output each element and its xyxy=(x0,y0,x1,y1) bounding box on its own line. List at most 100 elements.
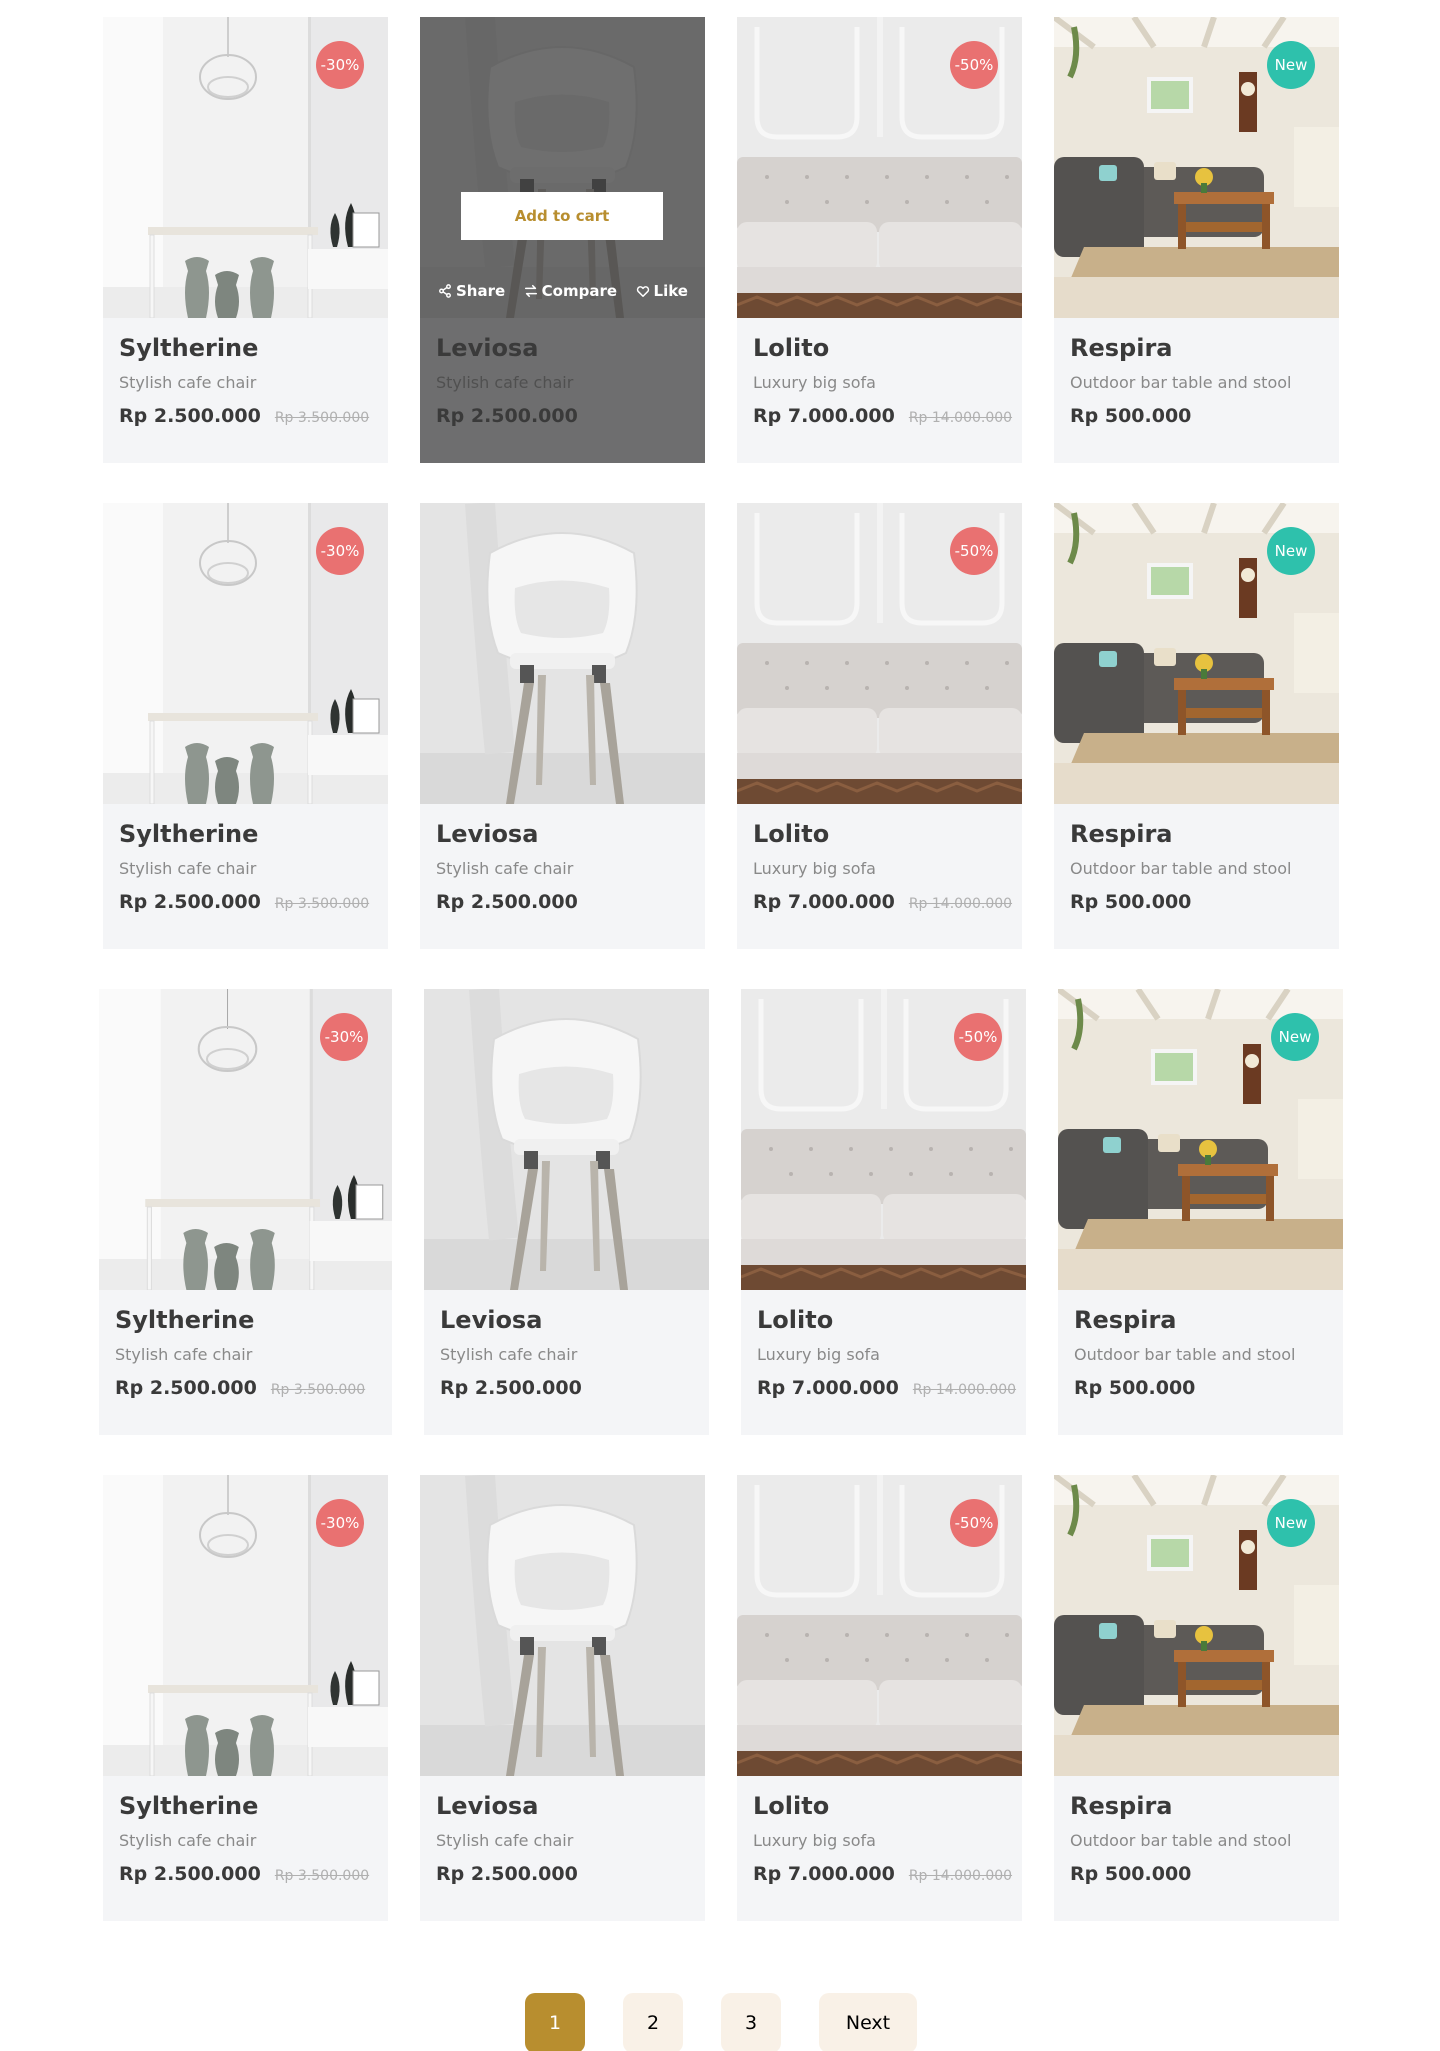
product-price: Rp 2.500.000 xyxy=(119,405,261,427)
next-page-button[interactable]: Next xyxy=(819,1993,917,2051)
product-subtitle: Outdoor bar table and stool xyxy=(1070,373,1292,392)
product-subtitle: Luxury big sofa xyxy=(753,373,876,392)
product-name: Lolito xyxy=(753,820,830,848)
product-name: Lolito xyxy=(753,1792,830,1820)
product-card-hovered[interactable]: Leviosa Stylish cafe chair Rp 2.500.000 … xyxy=(420,17,705,463)
product-card[interactable]: -50% Lolito Luxury big sofa Rp 7.000.000… xyxy=(741,989,1026,1435)
product-subtitle: Luxury big sofa xyxy=(757,1345,880,1364)
product-price: Rp 500.000 xyxy=(1070,891,1192,913)
product-price: Rp 2.500.000 xyxy=(440,1377,582,1399)
product-subtitle: Stylish cafe chair xyxy=(119,373,257,392)
discount-badge: -30% xyxy=(316,1499,364,1547)
product-card[interactable]: -50% Lolito Luxury big sofa Rp 7.000.000… xyxy=(737,503,1022,949)
share-button[interactable]: Share xyxy=(438,282,505,300)
add-to-cart-button[interactable]: Add to cart xyxy=(461,192,663,240)
product-name: Leviosa xyxy=(440,1306,543,1334)
page-button-1[interactable]: 1 xyxy=(525,1993,585,2051)
product-card[interactable]: New Respira Outdoor bar table and stool … xyxy=(1054,1475,1339,1921)
product-old-price: Rp 3.500.000 xyxy=(274,1868,370,1884)
product-card[interactable]: New Respira Outdoor bar table and stool … xyxy=(1054,17,1339,463)
heart-icon xyxy=(636,284,650,298)
product-price: Rp 2.500.000 xyxy=(119,1863,261,1885)
product-card[interactable]: New Respira Outdoor bar table and stool … xyxy=(1058,989,1343,1435)
product-name: Leviosa xyxy=(436,1792,539,1820)
product-old-price: Rp 14.000.000 xyxy=(908,896,1013,912)
product-card[interactable]: -50% Lolito Luxury big sofa Rp 7.000.000… xyxy=(737,17,1022,463)
compare-label: Compare xyxy=(541,282,618,300)
product-old-price: Rp 3.500.000 xyxy=(274,896,370,912)
product-name: Respira xyxy=(1070,334,1173,362)
product-subtitle: Stylish cafe chair xyxy=(436,1831,574,1850)
product-price: Rp 2.500.000 xyxy=(436,891,578,913)
product-subtitle: Stylish cafe chair xyxy=(119,1831,257,1850)
like-button[interactable]: Like xyxy=(636,282,688,300)
hover-overlay: Add to cart Share Compare Like xyxy=(420,17,705,463)
product-subtitle: Outdoor bar table and stool xyxy=(1070,859,1292,878)
product-card[interactable]: -30% Syltherine Stylish cafe chair Rp 2.… xyxy=(103,17,388,463)
product-name: Lolito xyxy=(757,1306,834,1334)
product-price: Rp 500.000 xyxy=(1070,405,1192,427)
product-subtitle: Outdoor bar table and stool xyxy=(1070,1831,1292,1850)
compare-icon xyxy=(524,284,538,298)
product-old-price: Rp 3.500.000 xyxy=(270,1382,366,1398)
product-old-price: Rp 14.000.000 xyxy=(912,1382,1017,1398)
product-subtitle: Stylish cafe chair xyxy=(115,1345,253,1364)
product-subtitle: Stylish cafe chair xyxy=(119,859,257,878)
product-price: Rp 2.500.000 xyxy=(436,1863,578,1885)
pagination: 1 2 3 Next xyxy=(0,1993,1440,2051)
new-badge: New xyxy=(1271,1013,1319,1061)
product-name: Syltherine xyxy=(119,1792,259,1820)
discount-badge: -50% xyxy=(954,1013,1002,1061)
product-name: Lolito xyxy=(753,334,830,362)
product-price: Rp 7.000.000 xyxy=(753,405,895,427)
product-price: Rp 500.000 xyxy=(1070,1863,1192,1885)
product-card[interactable]: Leviosa Stylish cafe chair Rp 2.500.000 xyxy=(424,989,709,1435)
share-icon xyxy=(438,284,452,298)
product-card[interactable]: -50% Lolito Luxury big sofa Rp 7.000.000… xyxy=(737,1475,1022,1921)
new-badge: New xyxy=(1267,41,1315,89)
product-row: -30% Syltherine Stylish cafe chair Rp 2.… xyxy=(103,503,1339,949)
product-name: Respira xyxy=(1070,1792,1173,1820)
product-name: Leviosa xyxy=(436,820,539,848)
discount-badge: -50% xyxy=(950,41,998,89)
product-price: Rp 7.000.000 xyxy=(753,891,895,913)
discount-badge: -30% xyxy=(316,41,364,89)
new-badge: New xyxy=(1267,1499,1315,1547)
product-subtitle: Stylish cafe chair xyxy=(436,859,574,878)
product-card[interactable]: Leviosa Stylish cafe chair Rp 2.500.000 xyxy=(420,503,705,949)
discount-badge: -50% xyxy=(950,527,998,575)
product-price: Rp 2.500.000 xyxy=(115,1377,257,1399)
product-image xyxy=(420,503,705,804)
product-price: Rp 500.000 xyxy=(1074,1377,1196,1399)
product-card[interactable]: -30% Syltherine Stylish cafe chair Rp 2.… xyxy=(103,503,388,949)
product-old-price: Rp 14.000.000 xyxy=(908,1868,1013,1884)
product-row: -30% Syltherine Stylish cafe chair Rp 2.… xyxy=(99,989,1343,1435)
product-row: -30% Syltherine Stylish cafe chair Rp 2.… xyxy=(103,17,1339,463)
discount-badge: -30% xyxy=(320,1013,368,1061)
new-badge: New xyxy=(1267,527,1315,575)
page-button-3[interactable]: 3 xyxy=(721,1993,781,2051)
product-image xyxy=(420,1475,705,1776)
product-card[interactable]: New Respira Outdoor bar table and stool … xyxy=(1054,503,1339,949)
product-card[interactable]: Leviosa Stylish cafe chair Rp 2.500.000 xyxy=(420,1475,705,1921)
product-subtitle: Luxury big sofa xyxy=(753,1831,876,1850)
product-image xyxy=(424,989,709,1290)
like-label: Like xyxy=(653,282,688,300)
product-name: Syltherine xyxy=(115,1306,255,1334)
product-old-price: Rp 14.000.000 xyxy=(908,410,1013,426)
product-price: Rp 7.000.000 xyxy=(757,1377,899,1399)
product-name: Respira xyxy=(1074,1306,1177,1334)
product-card[interactable]: -30% Syltherine Stylish cafe chair Rp 2.… xyxy=(103,1475,388,1921)
discount-badge: -50% xyxy=(950,1499,998,1547)
product-card[interactable]: -30% Syltherine Stylish cafe chair Rp 2.… xyxy=(99,989,392,1435)
product-name: Syltherine xyxy=(119,334,259,362)
product-subtitle: Luxury big sofa xyxy=(753,859,876,878)
product-name: Respira xyxy=(1070,820,1173,848)
product-old-price: Rp 3.500.000 xyxy=(274,410,370,426)
product-name: Syltherine xyxy=(119,820,259,848)
discount-badge: -30% xyxy=(316,527,364,575)
compare-button[interactable]: Compare xyxy=(524,282,617,300)
page-button-2[interactable]: 2 xyxy=(623,1993,683,2051)
share-label: Share xyxy=(456,282,506,300)
product-subtitle: Stylish cafe chair xyxy=(440,1345,578,1364)
